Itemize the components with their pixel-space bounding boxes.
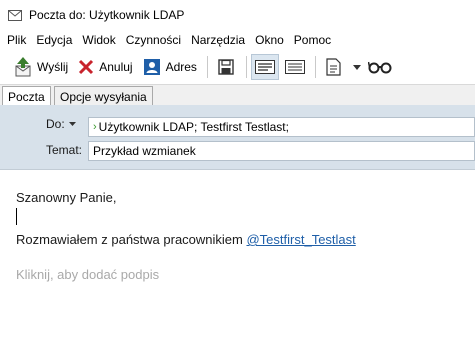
subject-field[interactable]: Przykład wzmianek (88, 141, 475, 161)
to-value: Użytkownik LDAP; Testfirst Testlast; (98, 120, 289, 134)
close-icon (79, 59, 94, 75)
to-label: Do: (46, 117, 65, 131)
subject-value: Przykład wzmianek (93, 144, 196, 158)
format-html-button[interactable] (250, 54, 279, 80)
save-icon (218, 59, 234, 75)
to-button[interactable]: Do: (46, 117, 76, 131)
recipient-marker-icon: › (93, 121, 97, 133)
menu-window[interactable]: Okno (250, 31, 289, 49)
menu-edit[interactable]: Edycja (31, 31, 77, 49)
send-button[interactable]: Wyślij (10, 54, 72, 80)
send-label: Wyślij (37, 60, 69, 74)
greeting-text: Szanowny Panie, (16, 190, 117, 205)
address-label: Adres (165, 60, 197, 74)
signature-placeholder[interactable]: Kliknij, aby dodać podpis (16, 267, 159, 282)
chevron-down-icon (68, 122, 76, 126)
toolbar-separator (206, 56, 208, 78)
text-format-icon (254, 60, 275, 74)
text-cursor (16, 208, 17, 225)
attach-document-button[interactable] (320, 54, 348, 80)
menu-help[interactable]: Pomoc (289, 31, 336, 49)
menu-actions[interactable]: Czynności (121, 31, 186, 49)
plain-text-icon (284, 60, 305, 74)
glasses-icon (367, 61, 392, 74)
mention-link[interactable]: @Testfirst_Testlast (246, 232, 355, 247)
format-plain-button[interactable] (281, 54, 309, 80)
menu-view[interactable]: Widok (77, 31, 120, 49)
chevron-down-icon (352, 64, 361, 70)
tab-send-options[interactable]: Opcje wysyłania (54, 86, 153, 106)
read-aloud-button[interactable] (366, 54, 394, 80)
menu-tools[interactable]: Narzędzia (186, 31, 250, 49)
subject-label: Temat: (46, 143, 83, 157)
toolbar-separator (245, 56, 247, 78)
menu-bar: Plik Edycja Widok Czynności Narzędzia Ok… (0, 30, 475, 50)
dropdown-button[interactable] (350, 54, 364, 80)
document-icon (326, 58, 341, 76)
save-button[interactable] (212, 54, 240, 80)
toolbar: Wyślij Anuluj Adres (0, 52, 475, 82)
send-icon (15, 57, 31, 77)
address-book-button[interactable]: Adres (139, 54, 201, 80)
tab-bar: Poczta Opcje wysyłania (0, 84, 475, 107)
menu-file[interactable]: Plik (2, 31, 31, 49)
window-title: Poczta do: Użytkownik LDAP (29, 8, 185, 22)
message-line: Rozmawiałem z państwa pracownikiem @Test… (16, 232, 356, 247)
title-bar: Poczta do: Użytkownik LDAP (0, 0, 475, 30)
envelope-icon (8, 9, 22, 21)
cancel-label: Anuluj (99, 60, 133, 74)
address-book-icon (143, 59, 160, 75)
tab-mail[interactable]: Poczta (2, 86, 51, 107)
to-field[interactable]: › Użytkownik LDAP; Testfirst Testlast; (88, 117, 475, 137)
message-text: Rozmawiałem z państwa pracownikiem (16, 232, 247, 247)
toolbar-separator (314, 56, 316, 78)
cancel-button[interactable]: Anuluj (74, 54, 136, 80)
